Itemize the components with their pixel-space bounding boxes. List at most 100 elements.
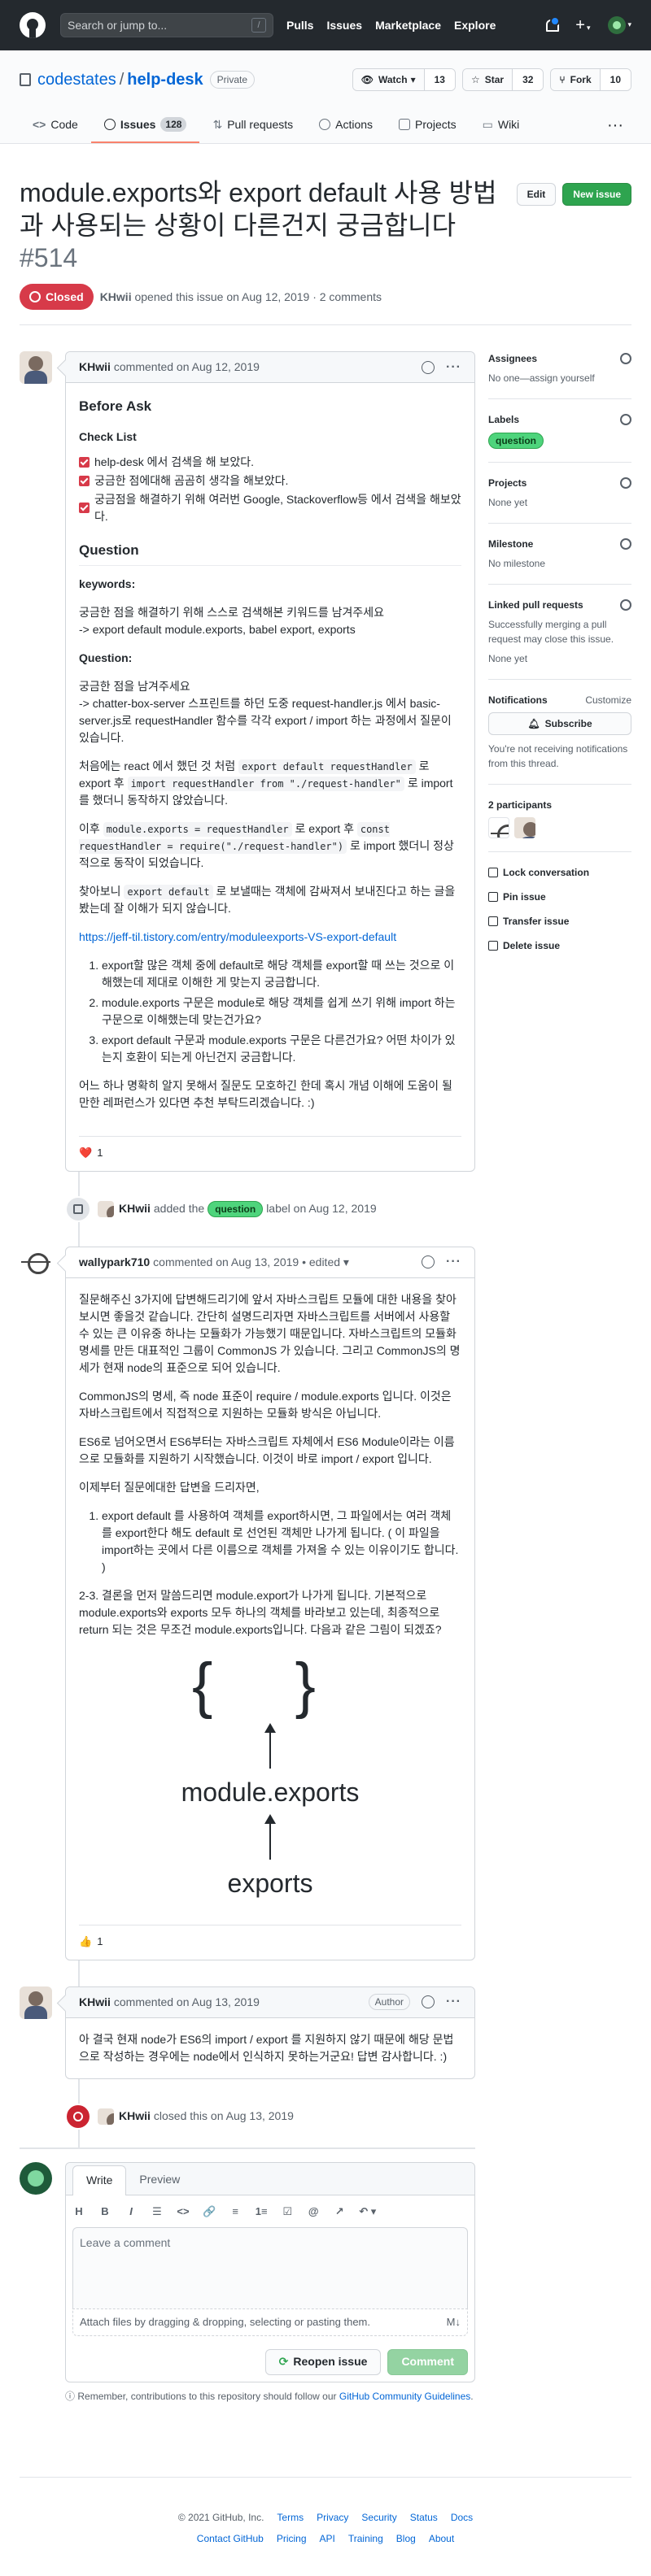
transfer-arrow-icon — [488, 916, 498, 926]
add-reaction-smiley-icon[interactable] — [422, 1255, 435, 1268]
create-new-dropdown[interactable]: + ▾ — [575, 17, 590, 33]
tab-write[interactable]: Write — [72, 2165, 127, 2195]
markdown-icon[interactable]: M↓ — [447, 2314, 461, 2330]
tab-projects[interactable]: Projects — [386, 107, 470, 143]
fork-button[interactable]: ⑂ Fork 10 — [550, 68, 631, 91]
comment-button[interactable]: Comment — [387, 2348, 468, 2375]
tab-wiki[interactable]: ▭ Wiki — [470, 107, 533, 143]
footer-link-training[interactable]: Training — [348, 2531, 383, 2546]
reopen-issue-button[interactable]: ⟳ Reopen issue — [264, 2348, 382, 2375]
reference-link[interactable]: https://jeff-til.tistory.com/entry/modul… — [79, 930, 396, 943]
tab-pull-requests[interactable]: ⇅ Pull requests — [199, 107, 306, 143]
avatar[interactable] — [20, 351, 52, 384]
label-question-badge[interactable]: question — [488, 433, 544, 449]
pin-issue-link[interactable]: Pin issue — [488, 890, 631, 904]
tab-preview[interactable]: Preview — [126, 2165, 193, 2195]
avatar[interactable] — [98, 1200, 114, 1217]
cross-reference-icon[interactable]: ↗ — [333, 2204, 346, 2220]
event-actor[interactable]: KHwii — [119, 1200, 151, 1217]
comment-options-kebab-icon[interactable]: ··· — [446, 1992, 461, 2012]
comment-timestamp[interactable]: commented on Aug 13, 2019 • edited ▾ — [153, 1254, 349, 1271]
tab-actions[interactable]: Actions — [306, 107, 386, 143]
comment-options-kebab-icon[interactable]: ··· — [446, 358, 461, 377]
avatar[interactable] — [20, 1986, 52, 2019]
tab-issues[interactable]: Issues 128 — [90, 107, 200, 143]
comment-khwii-reply: KHwii commented on Aug 13, 2019 Author ···… — [20, 1986, 475, 2079]
star-count[interactable]: 32 — [512, 69, 544, 90]
customize-link[interactable]: Customize — [585, 693, 631, 707]
repo-name-link[interactable]: help-desk — [127, 67, 203, 92]
watch-count[interactable]: 13 — [423, 69, 455, 90]
footer-link-blog[interactable]: Blog — [396, 2531, 416, 2546]
footer-link-pricing[interactable]: Pricing — [277, 2531, 307, 2546]
footer-link-privacy[interactable]: Privacy — [317, 2510, 348, 2525]
assign-yourself-link[interactable]: No one—assign yourself — [488, 371, 631, 385]
comment-author[interactable]: wallypark710 — [79, 1254, 150, 1271]
footer-link-terms[interactable]: Terms — [277, 2510, 304, 2525]
edit-title-button[interactable]: Edit — [516, 183, 557, 206]
notifications-bell-icon[interactable] — [544, 16, 561, 32]
bold-icon[interactable]: B — [98, 2204, 111, 2220]
add-reaction-smiley-icon[interactable] — [422, 360, 435, 374]
community-guidelines-link[interactable]: GitHub Community Guidelines — [339, 2391, 470, 2402]
comment-timestamp[interactable]: commented on Aug 13, 2019 — [114, 1994, 260, 2011]
comment-author[interactable]: KHwii — [79, 1994, 111, 2011]
event-actor[interactable]: KHwii — [119, 2108, 151, 2125]
footer-link-contact[interactable]: Contact GitHub — [197, 2531, 264, 2546]
tab-code[interactable]: <> Code — [20, 107, 91, 143]
comment-timestamp[interactable]: commented on Aug 12, 2019 — [114, 359, 260, 376]
delete-issue-link[interactable]: Delete issue — [488, 938, 631, 953]
subscribe-button[interactable]: 🔔︎ Subscribe — [488, 712, 631, 735]
search-input[interactable]: Search or jump to... / — [60, 13, 273, 37]
gear-icon[interactable] — [620, 477, 631, 489]
task-list-icon[interactable]: ☑ — [281, 2204, 294, 2220]
star-button[interactable]: ☆ Star 32 — [461, 68, 544, 91]
comment-options-kebab-icon[interactable]: ··· — [446, 1252, 461, 1272]
file-attachment-dropzone[interactable]: Attach files by dragging & dropping, sel… — [72, 2308, 468, 2336]
new-issue-button[interactable]: New issue — [562, 183, 631, 206]
reply-dropdown-icon[interactable]: ↶ ▾ — [359, 2204, 376, 2220]
fork-count[interactable]: 10 — [599, 69, 631, 90]
ordered-list-icon[interactable]: 1≡ — [255, 2204, 268, 2220]
gear-icon[interactable] — [620, 599, 631, 611]
footer-link-security[interactable]: Security — [361, 2510, 396, 2525]
comment-author[interactable]: KHwii — [79, 359, 111, 376]
reaction-heart-button[interactable]: ❤️ 1 — [79, 1136, 461, 1171]
closed-event: KHwii closed this on Aug 13, 2019 — [65, 2092, 475, 2141]
nav-issues[interactable]: Issues — [326, 17, 362, 34]
issue-author-link[interactable]: KHwii — [100, 289, 132, 306]
footer-link-docs[interactable]: Docs — [451, 2510, 473, 2525]
italic-icon[interactable]: I — [125, 2204, 138, 2220]
avatar[interactable] — [98, 2108, 114, 2125]
label-question-badge[interactable]: question — [208, 1200, 264, 1217]
heading-icon[interactable]: H — [72, 2204, 85, 2220]
github-logo-icon[interactable] — [20, 12, 46, 38]
gear-icon[interactable] — [620, 538, 631, 550]
reaction-thumbsup-button[interactable]: 👍 1 — [79, 1925, 461, 1960]
nav-marketplace[interactable]: Marketplace — [375, 17, 441, 34]
add-reaction-smiley-icon[interactable] — [422, 1995, 435, 2009]
issue-header: module.exports와 export default 사용 방법과 사용… — [0, 144, 651, 325]
participant-avatar[interactable] — [488, 817, 509, 838]
avatar[interactable] — [20, 1246, 52, 1279]
watch-button[interactable]: 👁 Watch ▾ 13 — [352, 68, 456, 91]
quote-icon[interactable]: ☰ — [151, 2204, 164, 2220]
repo-owner-link[interactable]: codestates — [37, 67, 116, 92]
gear-icon[interactable] — [620, 353, 631, 364]
comment-textarea[interactable]: Leave a comment — [72, 2227, 468, 2309]
gear-icon[interactable] — [620, 414, 631, 425]
transfer-issue-link[interactable]: Transfer issue — [488, 914, 631, 929]
footer-link-api[interactable]: API — [320, 2531, 335, 2546]
footer-link-status[interactable]: Status — [410, 2510, 438, 2525]
code-icon[interactable]: <> — [177, 2204, 190, 2220]
lock-conversation-link[interactable]: Lock conversation — [488, 865, 631, 880]
link-icon[interactable]: 🔗 — [203, 2204, 216, 2220]
user-menu[interactable]: ▾ — [608, 16, 631, 34]
nav-pulls[interactable]: Pulls — [286, 17, 313, 34]
nav-explore[interactable]: Explore — [454, 17, 496, 34]
unordered-list-icon[interactable]: ≡ — [229, 2204, 242, 2220]
participant-avatar[interactable] — [514, 817, 535, 838]
footer-link-about[interactable]: About — [429, 2531, 454, 2546]
more-tabs-kebab-icon[interactable]: ··· — [599, 107, 631, 143]
mention-icon[interactable]: @ — [307, 2204, 320, 2220]
